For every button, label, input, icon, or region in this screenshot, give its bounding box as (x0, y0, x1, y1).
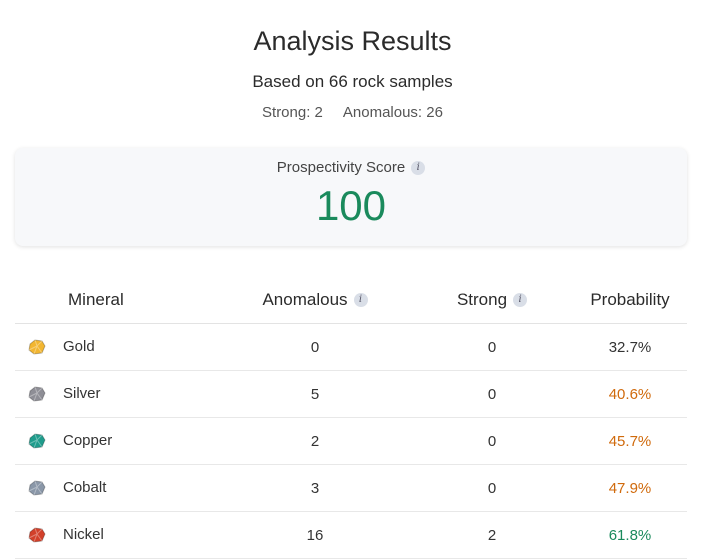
table-header-row: Mineral Anomalous i Strong i Probability (15, 276, 687, 324)
strong-count: Strong: 2 (262, 104, 323, 121)
mineral-name: Nickel (63, 525, 104, 543)
strong-cell: 0 (411, 464, 573, 512)
score-label: Prospectivity Score (276, 159, 406, 176)
info-icon[interactable]: i (513, 293, 528, 308)
probability-cell: 40.6% (573, 370, 687, 418)
mineral-cell: Nickel (15, 511, 219, 559)
copper-ore-icon (27, 432, 49, 450)
info-icon[interactable]: i (353, 293, 368, 308)
probability-cell: 45.7% (573, 417, 687, 465)
table-row: Cobalt 3 0 47.9% (15, 464, 687, 512)
table-row: Nickel 16 2 61.8% (15, 511, 687, 559)
gold-ore-icon (27, 338, 49, 356)
table-row: Silver 5 0 40.6% (15, 370, 687, 418)
cobalt-ore-icon (27, 479, 49, 497)
score-value: 100 (315, 182, 387, 229)
column-header-probability: Probability (573, 276, 687, 324)
mineral-cell: Silver (15, 370, 219, 418)
strong-cell: 0 (411, 417, 573, 465)
table-row: Gold 0 0 32.7% (15, 323, 687, 371)
silver-ore-icon (27, 385, 49, 403)
probability-cell: 61.8% (573, 511, 687, 559)
mineral-table: Mineral Anomalous i Strong i Probability G… (15, 276, 687, 559)
mineral-cell: Copper (15, 417, 219, 465)
mineral-name: Copper (63, 431, 113, 449)
strong-cell: 2 (411, 511, 573, 559)
table-row: Copper 2 0 45.7% (15, 417, 687, 465)
anomalous-cell: 0 (219, 323, 411, 371)
column-header-strong: Strong i (411, 276, 573, 324)
mineral-name: Gold (63, 337, 95, 355)
anomalous-cell: 2 (219, 417, 411, 465)
sample-count-subtitle: Based on 66 rock samples (252, 72, 453, 91)
anomalous-count: Anomalous: 26 (342, 104, 443, 121)
nickel-ore-icon (27, 526, 49, 544)
column-header-anomalous: Anomalous i (219, 276, 411, 324)
mineral-name: Silver (63, 384, 101, 402)
column-header-strong-label: Strong (456, 289, 508, 309)
page-title: Analysis Results (253, 26, 452, 56)
column-header-anomalous-label: Anomalous (262, 289, 348, 309)
mineral-name: Cobalt (63, 478, 107, 496)
probability-cell: 47.9% (573, 464, 687, 512)
prospectivity-score-card: Prospectivity Score i 100 (15, 148, 687, 246)
score-label-row: Prospectivity Score i (15, 159, 687, 176)
analysis-results-panel: Analysis Results Based on 66 rock sample… (0, 0, 705, 559)
info-icon[interactable]: i (411, 161, 426, 176)
strong-cell: 0 (411, 370, 573, 418)
anomalous-cell: 3 (219, 464, 411, 512)
probability-cell: 32.7% (573, 323, 687, 371)
sample-counts: Strong: 2 Anomalous: 26 (0, 104, 705, 121)
anomalous-cell: 5 (219, 370, 411, 418)
strong-cell: 0 (411, 323, 573, 371)
mineral-cell: Gold (15, 323, 219, 371)
anomalous-cell: 16 (219, 511, 411, 559)
column-header-mineral: Mineral (15, 276, 219, 324)
mineral-cell: Cobalt (15, 464, 219, 512)
